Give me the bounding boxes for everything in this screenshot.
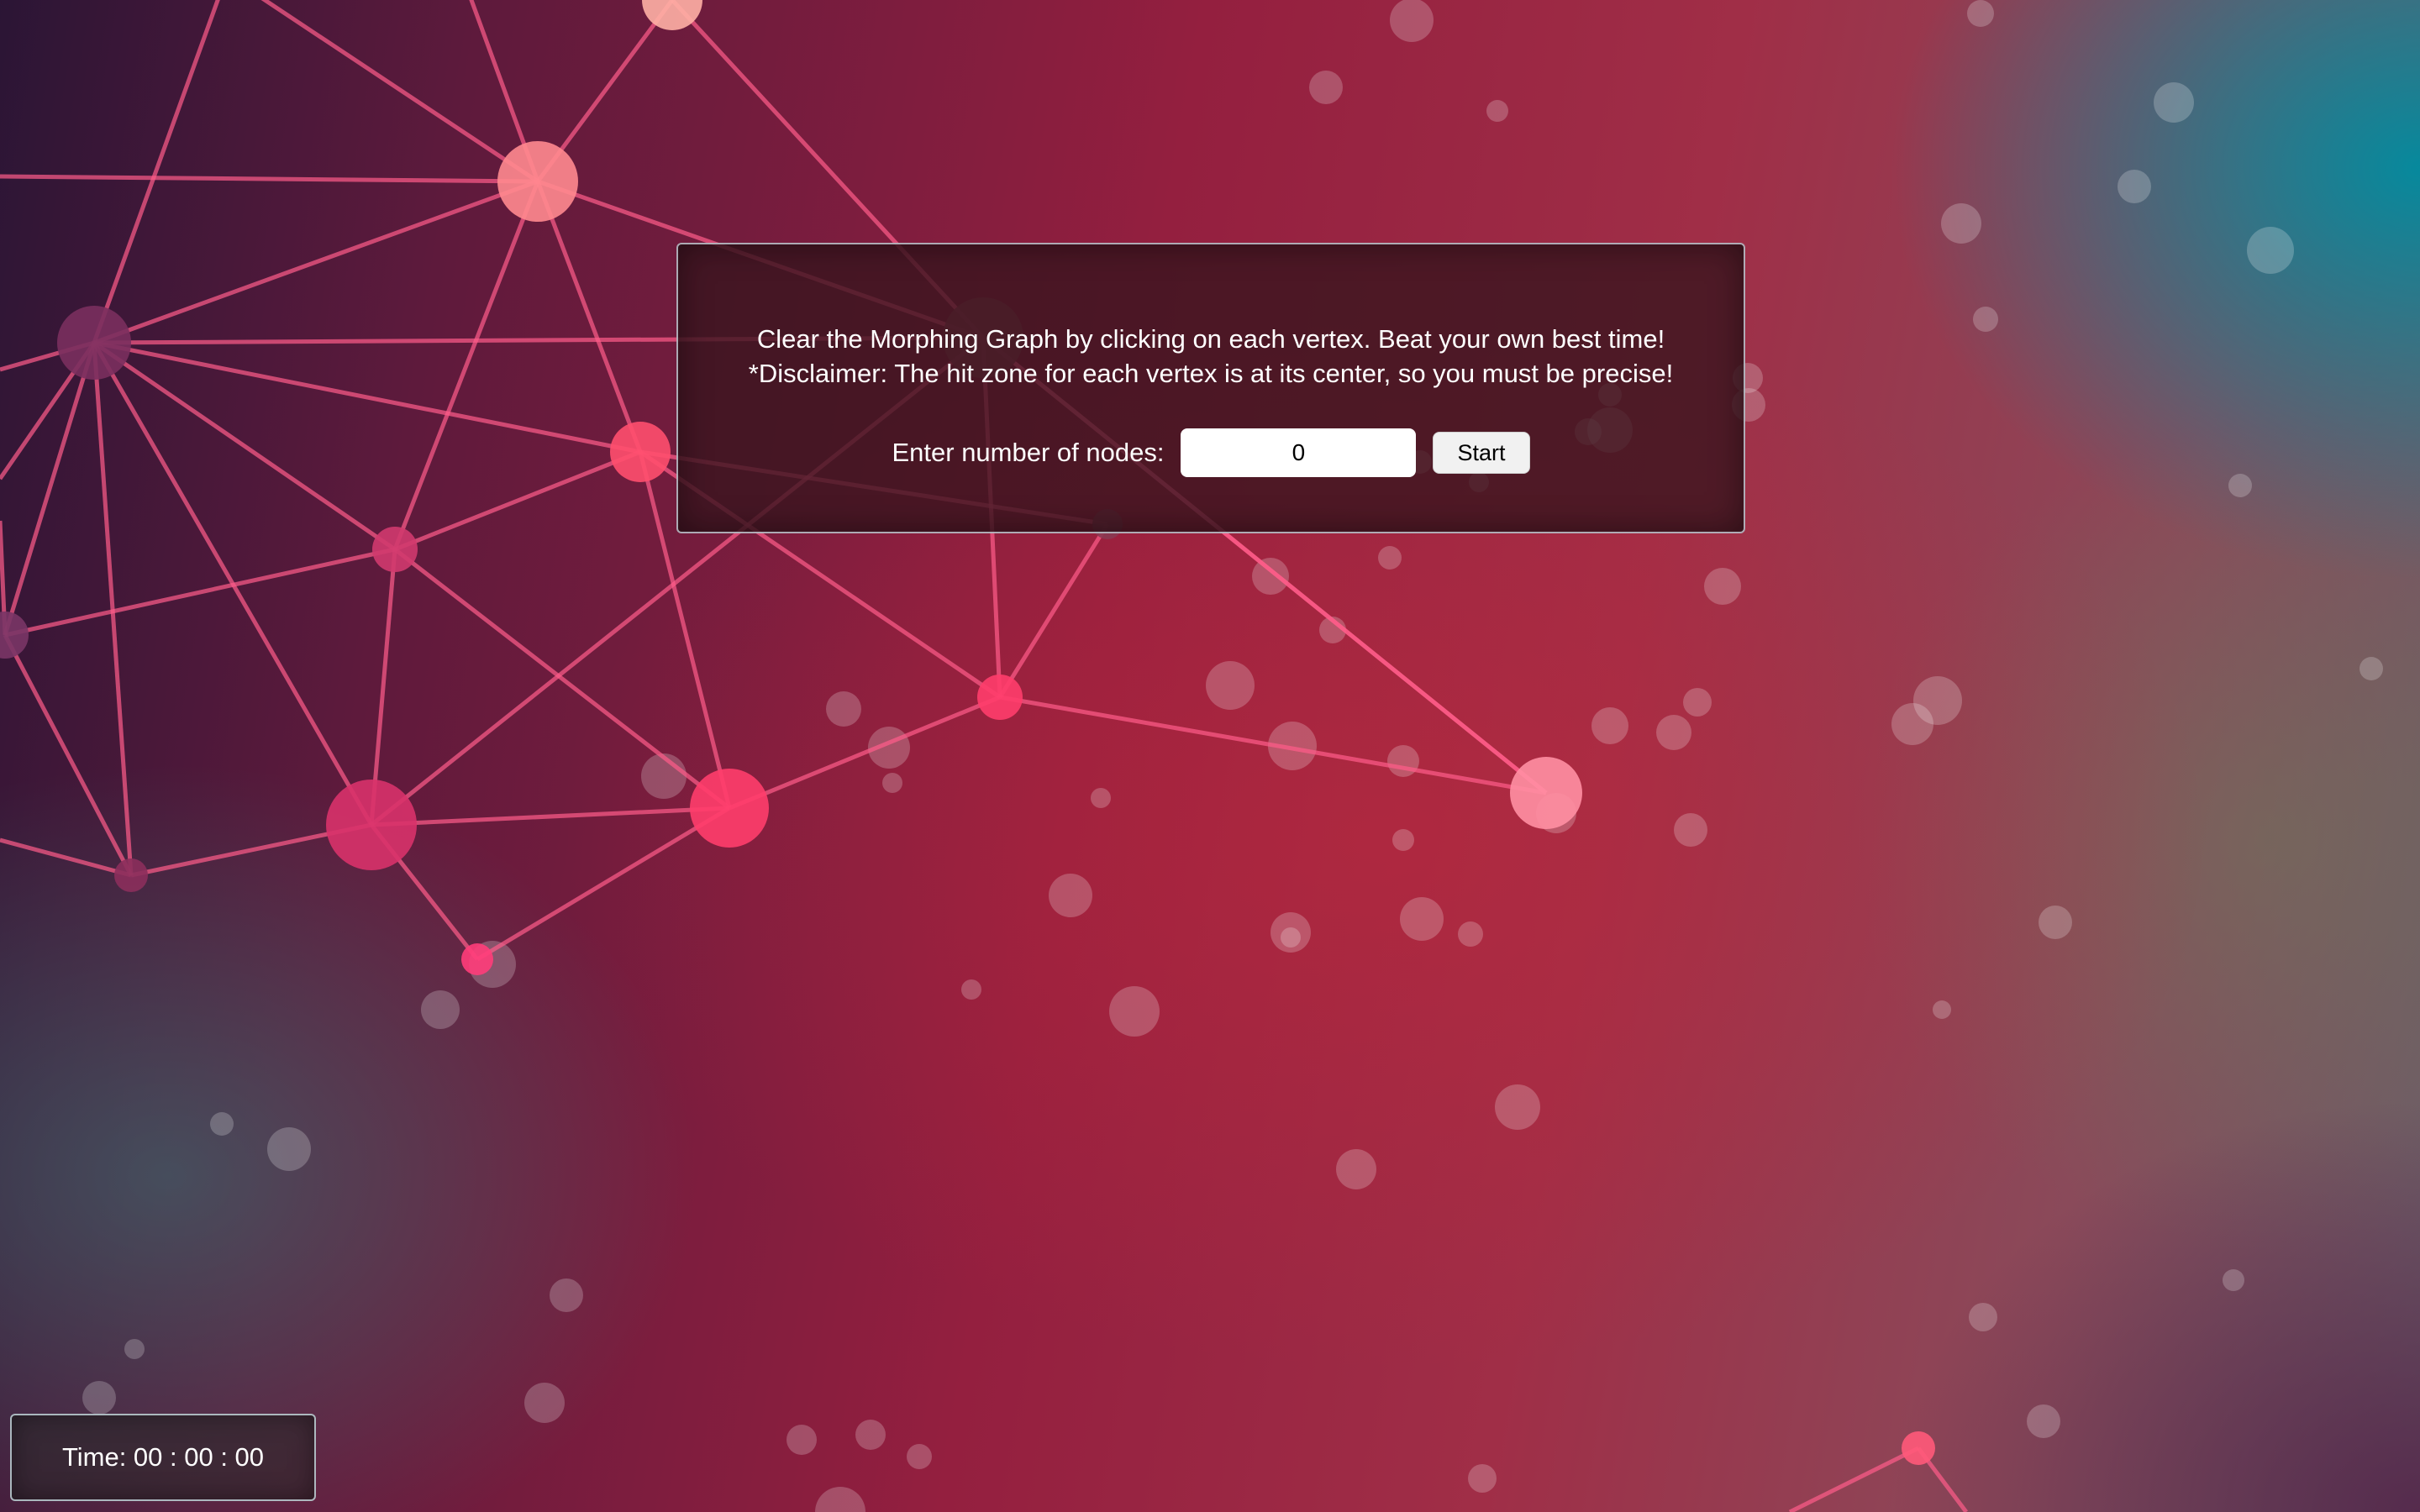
background-bubble <box>1656 715 1691 750</box>
graph-edge <box>729 695 1001 811</box>
graph-edge <box>3 342 97 636</box>
background-bubble <box>1891 703 1933 745</box>
graph-edge <box>0 837 132 878</box>
graph-vertex <box>114 858 148 892</box>
nodes-label: Enter number of nodes: <box>892 438 1165 467</box>
background-bubble <box>961 979 981 1000</box>
background-bubble <box>1336 1149 1376 1189</box>
background-bubble <box>1941 203 1981 244</box>
disclaimer-line: *Disclaimer: The hit zone for each verte… <box>748 359 1674 388</box>
background-bubble <box>1495 1084 1540 1130</box>
background-bubble <box>815 1487 865 1512</box>
background-bubble <box>882 773 902 793</box>
background-bubble <box>2228 474 2252 497</box>
background-bubble <box>1309 71 1343 104</box>
background-bubble <box>907 1444 932 1469</box>
graph-edge <box>535 181 643 453</box>
graph-vertex <box>372 527 418 572</box>
graph-edge <box>392 181 540 550</box>
graph-edge <box>4 547 396 638</box>
graph-vertex <box>57 306 131 380</box>
start-button[interactable]: Start <box>1433 432 1530 474</box>
background-bubble <box>124 1339 145 1359</box>
graph-vertex <box>610 422 671 482</box>
nodes-input[interactable] <box>1181 428 1417 477</box>
background-bubble <box>1468 1464 1497 1493</box>
background-bubble <box>1704 568 1741 605</box>
background-bubble <box>267 1127 311 1171</box>
background-bubble <box>826 691 861 727</box>
background-bubble <box>1400 897 1444 941</box>
background-bubble <box>1091 788 1111 808</box>
graph-edge <box>476 806 731 962</box>
graph-vertex <box>1510 757 1582 829</box>
background-bubble <box>2154 82 2194 123</box>
background-bubble <box>2027 1404 2060 1438</box>
graph-edge <box>3 633 134 877</box>
background-bubble <box>550 1278 583 1312</box>
background-bubble <box>1591 707 1628 744</box>
graph-edge <box>997 522 1110 699</box>
graph-vertices <box>0 0 1935 1465</box>
background-bubble <box>1270 912 1311 953</box>
graph-edge <box>93 179 539 345</box>
graph-edges <box>0 0 1968 1512</box>
background-bubble <box>1969 1303 1997 1331</box>
timer-display: Time: 00 : 00 : 00 <box>10 1414 316 1501</box>
background-bubble <box>2118 170 2151 203</box>
graph-edge <box>92 0 220 344</box>
background-bubble <box>1206 661 1255 710</box>
background-bubble <box>786 1425 817 1455</box>
graph-edge <box>394 449 641 552</box>
background-bubble <box>641 753 687 799</box>
graph-vertex <box>690 769 769 848</box>
background-bubble <box>1674 813 1707 847</box>
timer-text: Time: 00 : 00 : 00 <box>61 1442 265 1472</box>
graph-edge <box>0 174 539 184</box>
instructions: Clear the Morphing Graph by clicking on … <box>678 322 1744 391</box>
background-bubble <box>2247 227 2294 274</box>
background-bubble <box>855 1420 886 1450</box>
graph-edge <box>371 806 730 827</box>
graph-vertex <box>977 675 1023 720</box>
background-bubble <box>82 1381 116 1415</box>
background-bubble <box>1973 307 1998 332</box>
graph-vertex <box>1902 1431 1935 1465</box>
background-bubble <box>2360 657 2383 680</box>
background-bubble <box>1967 0 1994 27</box>
background-bubble <box>1458 921 1483 947</box>
graph-edge <box>999 695 1547 795</box>
background-bubble <box>1683 688 1712 717</box>
graph-edge <box>260 0 539 184</box>
instructions-line: Clear the Morphing Graph by clicking on … <box>756 324 1665 354</box>
background-bubble <box>1378 546 1402 570</box>
graph-edge <box>393 548 731 810</box>
graph-vertex <box>0 612 29 659</box>
background-bubble <box>1252 558 1289 595</box>
background-bubble <box>1049 874 1092 917</box>
background-bubble <box>2039 906 2072 939</box>
graph-vertex <box>497 141 578 222</box>
background-bubble <box>2223 1269 2244 1291</box>
node-controls: Enter number of nodes: Start <box>678 428 1744 477</box>
background-bubbles <box>82 0 2383 1512</box>
background-bubble <box>1933 1000 1951 1019</box>
background-bubble <box>1392 829 1414 851</box>
graph-vertex <box>461 943 493 975</box>
background-bubble <box>1390 0 1434 42</box>
background-bubble <box>524 1383 565 1423</box>
background-bubble <box>421 990 460 1029</box>
graph-edge <box>1788 1446 1920 1512</box>
start-panel: Clear the Morphing Graph by clicking on … <box>676 243 1745 533</box>
graph-background <box>0 0 2383 1512</box>
background-bubble <box>1486 100 1508 122</box>
graph-vertex <box>326 780 417 870</box>
background-bubble <box>1109 986 1160 1037</box>
background-bubble <box>210 1112 234 1136</box>
background-bubble <box>1387 745 1419 777</box>
